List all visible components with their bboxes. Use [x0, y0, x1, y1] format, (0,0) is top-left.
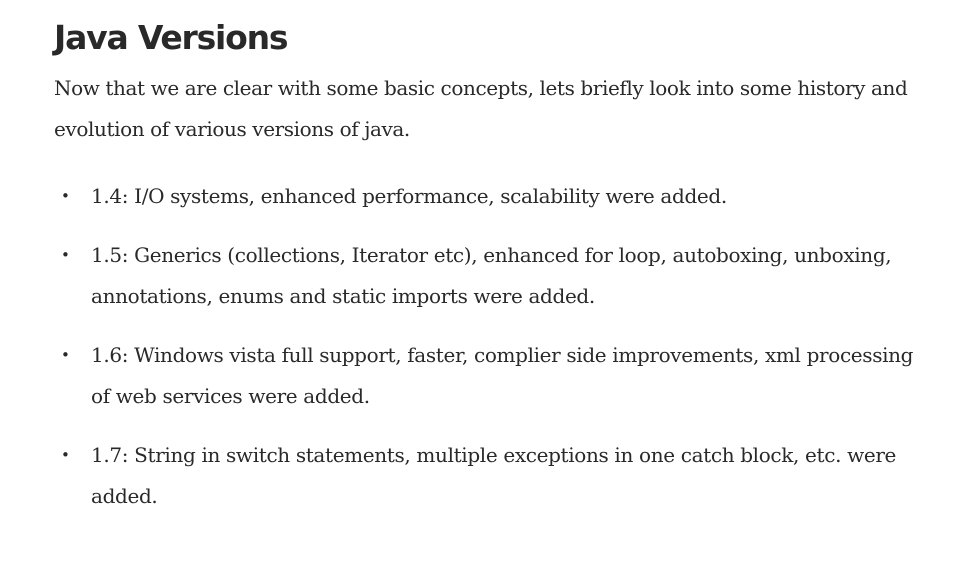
version-item-1-5: • 1.5: Generics (collections, Iterator e…	[54, 235, 914, 317]
bullet-icon: •	[61, 186, 70, 205]
version-text: 1.5: Generics (collections, Iterator etc…	[91, 242, 892, 308]
section-heading: Java Versions	[54, 18, 289, 57]
version-text: 1.7: String in switch statements, multip…	[91, 442, 897, 508]
version-list: • 1.4: I/O systems, enhanced performance…	[54, 176, 914, 517]
intro-paragraph: Now that we are clear with some basic co…	[54, 75, 908, 141]
bullet-icon: •	[61, 245, 70, 264]
bullet-icon: •	[61, 345, 70, 364]
version-item-1-7: • 1.7: String in switch statements, mult…	[54, 435, 914, 517]
article-section: Java Versions Now that we are clear with…	[54, 18, 914, 535]
version-item-1-6: • 1.6: Windows vista full support, faste…	[54, 335, 914, 417]
version-text: 1.6: Windows vista full support, faster,…	[91, 342, 914, 408]
bullet-icon: •	[61, 445, 70, 464]
version-text: 1.4: I/O systems, enhanced performance, …	[91, 183, 727, 208]
version-item-1-4: • 1.4: I/O systems, enhanced performance…	[54, 176, 914, 217]
